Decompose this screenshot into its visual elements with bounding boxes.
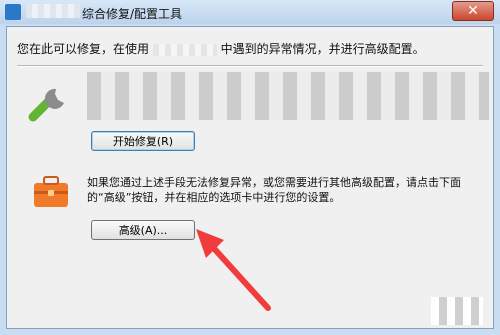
app-icon xyxy=(5,4,21,20)
intro-text: 您在此可以修复，在使用 中遇到的异常情况，并进行高级配置。 xyxy=(17,40,425,57)
title-bar[interactable]: 综合修复/配置工具 ✕ xyxy=(0,0,500,24)
start-repair-button[interactable]: 开始修复(R) xyxy=(91,131,195,151)
redacted-corner xyxy=(431,297,483,325)
redacted-product-name xyxy=(152,43,217,56)
intro-prefix: 您在此可以修复，在使用 xyxy=(17,42,150,56)
redacted-description xyxy=(87,72,489,120)
advanced-description: 如果您通过上述手段无法修复异常，或您需要进行其他高级配置，请点击下面的“高级”按… xyxy=(87,176,461,204)
divider xyxy=(17,65,483,67)
redacted-app-name xyxy=(26,4,80,18)
dialog-body: 您在此可以修复，在使用 中遇到的异常情况，并进行高级配置。 开始修复(R) 如果… xyxy=(6,26,494,329)
advanced-button[interactable]: 高级(A)... xyxy=(91,220,195,240)
close-icon: ✕ xyxy=(467,3,479,19)
toolbox-icon xyxy=(34,176,68,207)
config-window: 综合修复/配置工具 ✕ 您在此可以修复，在使用 中遇到的异常情况，并进行高级配置… xyxy=(0,0,500,335)
window-title: 综合修复/配置工具 xyxy=(82,7,183,21)
intro-suffix: 中遇到的异常情况，并进行高级配置。 xyxy=(220,42,425,56)
close-button[interactable]: ✕ xyxy=(452,1,494,21)
wrench-icon xyxy=(28,88,65,122)
